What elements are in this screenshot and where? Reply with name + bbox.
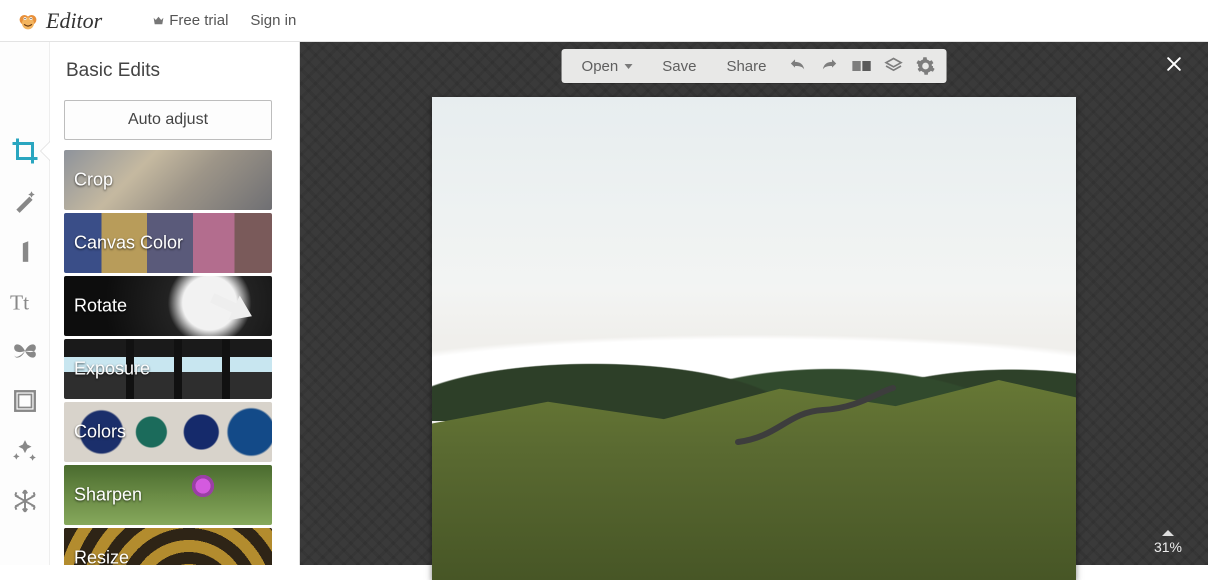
canvas-toolbar: Open Save Share [562, 49, 947, 83]
undo-icon [787, 56, 807, 76]
open-label: Open [582, 58, 619, 75]
chevron-down-icon [624, 64, 632, 69]
zoom-value: 31% [1154, 539, 1182, 555]
redo-icon [819, 56, 839, 76]
magic-wand-icon [12, 188, 38, 214]
settings-button[interactable] [910, 52, 940, 80]
crop-icon [10, 136, 40, 166]
sign-in-link[interactable]: Sign in [250, 12, 296, 29]
close-icon [1164, 54, 1184, 74]
edit-label: Rotate [74, 296, 127, 317]
lipstick-icon [12, 238, 38, 264]
basic-edits-panel: Basic Edits Auto adjust Crop Canvas Colo… [50, 42, 299, 565]
edit-item-crop[interactable]: Crop [64, 150, 272, 210]
image-canvas[interactable] [432, 97, 1076, 580]
edit-item-colors[interactable]: Colors [64, 402, 272, 462]
edit-item-resize[interactable]: Resize [64, 528, 272, 565]
text-icon: Tt [10, 286, 40, 316]
close-button[interactable] [1164, 54, 1184, 79]
free-trial-label: Free trial [169, 12, 228, 29]
edit-label: Sharpen [74, 485, 142, 506]
chevron-up-icon [1162, 530, 1174, 536]
edit-label: Crop [74, 170, 113, 191]
auto-adjust-button[interactable]: Auto adjust [64, 100, 272, 140]
layers-button[interactable] [878, 52, 908, 80]
save-label: Save [662, 58, 696, 75]
rail-themes[interactable] [10, 486, 40, 516]
rail-overlays[interactable] [10, 336, 40, 366]
gear-icon [915, 56, 935, 76]
rail-text[interactable]: Tt [10, 286, 40, 316]
butterfly-icon [12, 338, 38, 364]
rail-frames[interactable] [10, 386, 40, 416]
save-button[interactable]: Save [648, 52, 710, 80]
edit-item-sharpen[interactable]: Sharpen [64, 465, 272, 525]
frame-icon [12, 388, 38, 414]
compare-icon [851, 56, 871, 76]
undo-button[interactable] [782, 52, 812, 80]
rail-effects[interactable] [10, 186, 40, 216]
edit-item-rotate[interactable]: Rotate [64, 276, 272, 336]
rail-textures[interactable] [10, 436, 40, 466]
snowflake-icon [12, 488, 38, 514]
monkey-logo-icon [16, 9, 40, 33]
brand-name: Editor [46, 8, 102, 34]
logo[interactable]: Editor [16, 8, 102, 34]
edit-label: Canvas Color [74, 233, 183, 254]
layers-icon [883, 56, 903, 76]
redo-button[interactable] [814, 52, 844, 80]
tool-rail: Tt [0, 42, 50, 565]
sign-in-label: Sign in [250, 12, 296, 29]
canvas-area: Open Save Share [300, 42, 1208, 565]
edit-item-exposure[interactable]: Exposure [64, 339, 272, 399]
panel-title: Basic Edits [64, 56, 289, 100]
zoom-indicator[interactable]: 31% [1154, 530, 1182, 555]
share-label: Share [726, 58, 766, 75]
edit-label: Colors [74, 422, 126, 443]
rail-basic-edits[interactable] [10, 136, 40, 166]
crown-icon [152, 14, 165, 27]
edit-item-canvas-color[interactable]: Canvas Color [64, 213, 272, 273]
texture-icon [12, 438, 38, 464]
header: Editor Free trial Sign in [0, 0, 1208, 42]
open-button[interactable]: Open [568, 52, 647, 80]
compare-button[interactable] [846, 52, 876, 80]
share-button[interactable]: Share [712, 52, 780, 80]
edit-label: Resize [74, 548, 129, 566]
edit-label: Exposure [74, 359, 150, 380]
svg-text:Tt: Tt [10, 291, 29, 315]
free-trial-link[interactable]: Free trial [152, 12, 228, 29]
rail-touchup[interactable] [10, 236, 40, 266]
